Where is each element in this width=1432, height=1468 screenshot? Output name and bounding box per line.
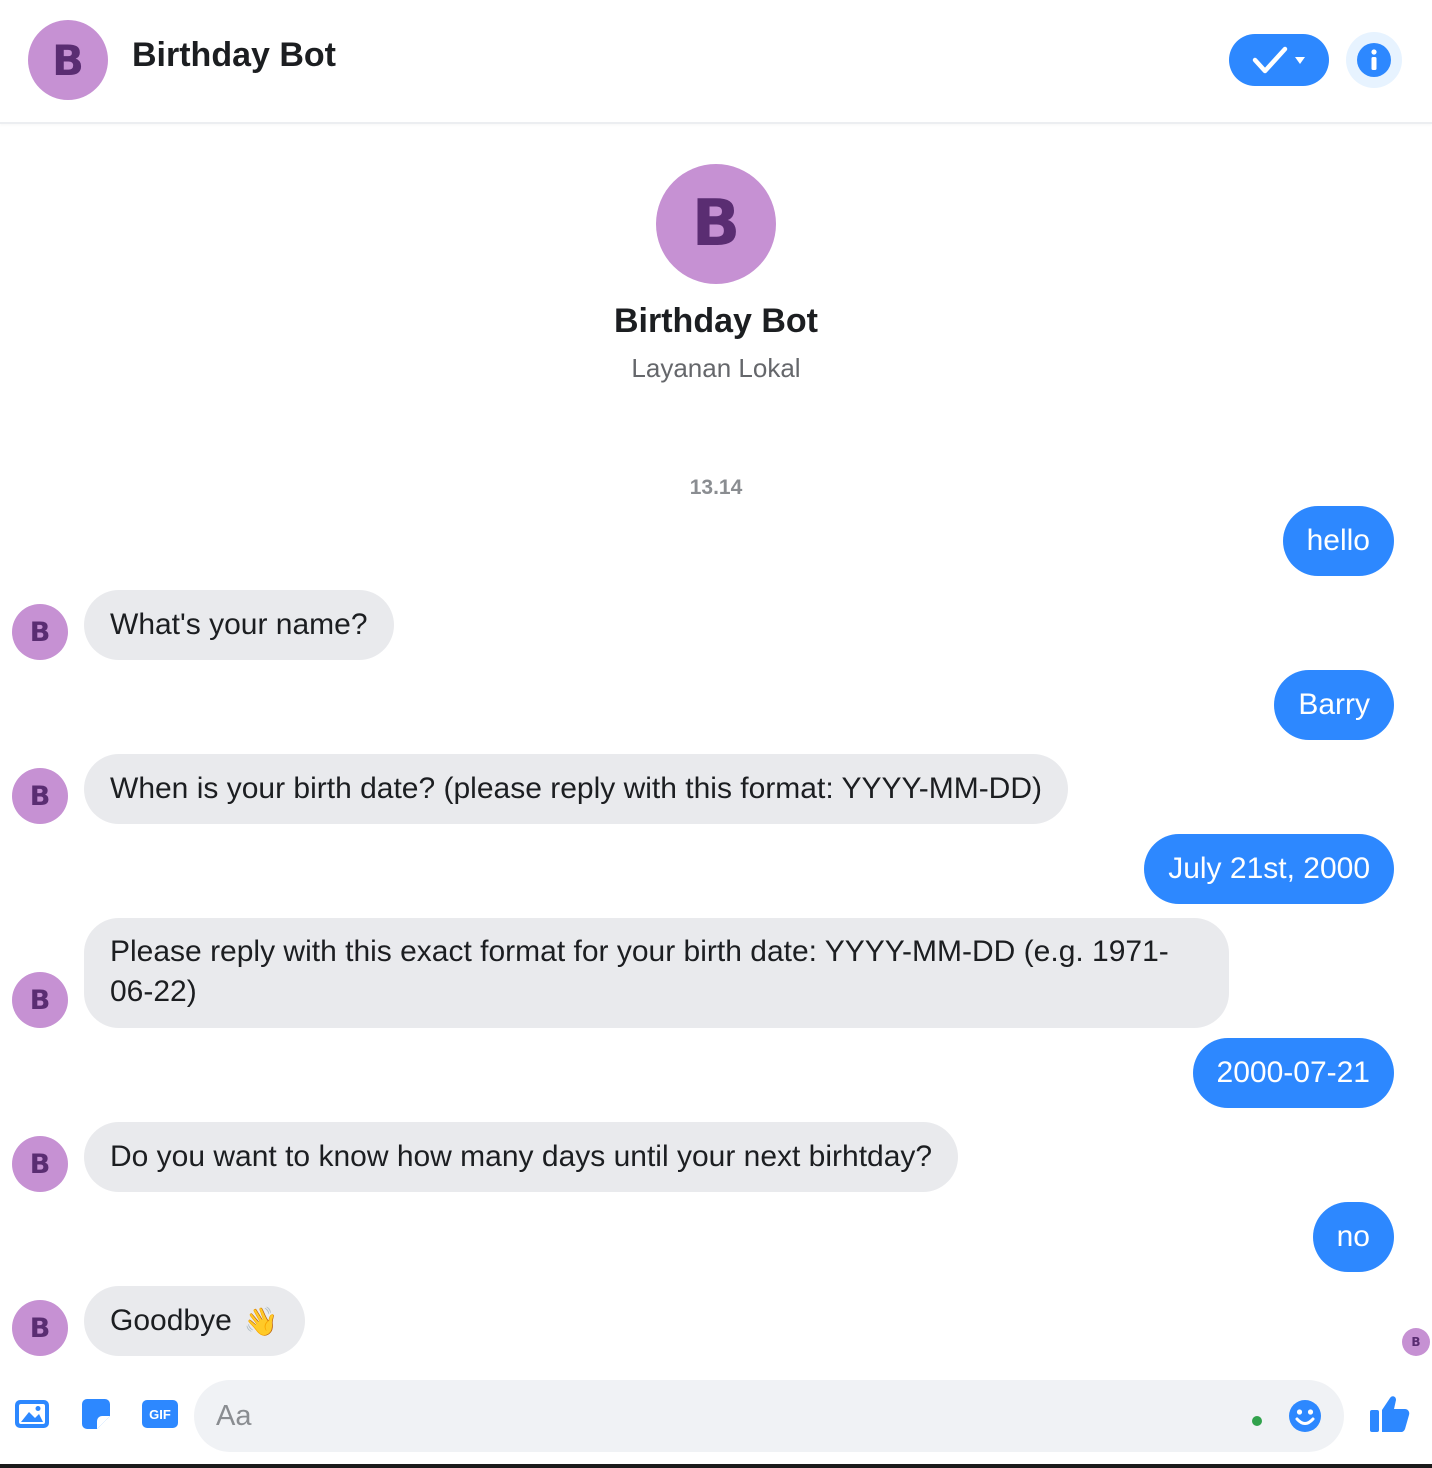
message-timestamp: 13.14: [689, 476, 743, 499]
bot-message[interactable]: Please reply with this exact format for …: [84, 918, 1229, 1028]
waving-hand-emoji: 👋: [243, 1304, 279, 1338]
conversation-info-button[interactable]: [1346, 32, 1402, 88]
bot-message[interactable]: When is your birth date? (please reply w…: [84, 754, 1069, 824]
online-dot: [1252, 1416, 1262, 1426]
mark-done-button[interactable]: [1229, 34, 1329, 86]
user-message[interactable]: Barry: [1274, 670, 1394, 740]
bot-avatar: B: [12, 1136, 68, 1192]
user-message[interactable]: 2000-07-21: [1192, 1038, 1394, 1108]
header-avatar[interactable]: B: [28, 20, 108, 100]
check-icon: [1252, 46, 1305, 74]
bot-message-text: Goodbye: [110, 1304, 232, 1337]
profile-avatar[interactable]: B: [656, 164, 776, 284]
image-icon[interactable]: [12, 1394, 52, 1434]
message-input[interactable]: Aa: [194, 1380, 1344, 1452]
gif-icon: GIF: [142, 1400, 178, 1428]
conversation-title[interactable]: Birthday Bot: [132, 36, 336, 75]
message-input-placeholder: Aa: [216, 1400, 252, 1432]
bot-avatar: B: [12, 768, 68, 824]
user-message[interactable]: no: [1312, 1202, 1394, 1272]
message-composer: GIF Aa: [0, 1378, 1432, 1454]
user-message[interactable]: hello: [1282, 506, 1394, 576]
bot-message[interactable]: What's your name?: [84, 590, 394, 660]
bot-message[interactable]: Goodbye 👋: [84, 1286, 305, 1356]
bot-message[interactable]: Do you want to know how many days until …: [84, 1122, 959, 1192]
profile-intro: B Birthday Bot Layanan Lokal: [0, 164, 1432, 384]
gif-label: GIF: [149, 1407, 171, 1422]
emoji-icon[interactable]: [1288, 1399, 1322, 1433]
bot-avatar: B: [12, 972, 68, 1028]
user-message[interactable]: July 21st, 2000: [1144, 834, 1394, 904]
conversation-header: B Birthday Bot: [0, 0, 1432, 124]
window-bottom-edge: [0, 1464, 1432, 1468]
bot-avatar: B: [12, 604, 68, 660]
bot-avatar: B: [12, 1300, 68, 1356]
info-icon: [1357, 43, 1391, 77]
seen-indicator-avatar: B: [1402, 1328, 1430, 1356]
sticker-icon[interactable]: [76, 1394, 116, 1434]
thumbs-up-icon[interactable]: [1368, 1392, 1412, 1436]
profile-name: Birthday Bot: [614, 302, 818, 340]
gif-button[interactable]: GIF: [140, 1394, 180, 1434]
profile-subtitle: Layanan Lokal: [631, 353, 801, 383]
